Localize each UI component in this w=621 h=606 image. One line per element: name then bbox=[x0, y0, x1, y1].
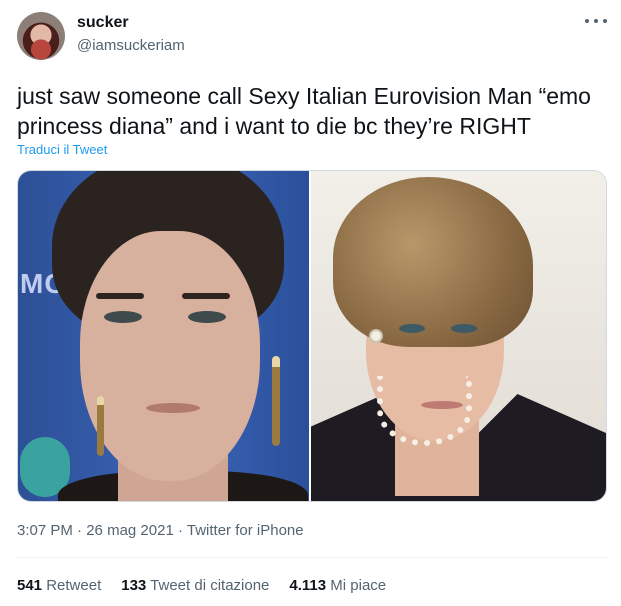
hair bbox=[333, 177, 533, 347]
tweet-timestamp[interactable]: 3:07 PM · 26 mag 2021 · Twitter for iPho… bbox=[17, 522, 304, 539]
likes-count: 4.113 bbox=[289, 577, 327, 594]
more-dot bbox=[603, 19, 607, 23]
eye bbox=[451, 324, 477, 333]
media-photo-right[interactable] bbox=[311, 171, 606, 501]
tweet-client[interactable]: Twitter for iPhone bbox=[187, 522, 304, 539]
divider bbox=[17, 557, 607, 558]
media-photo-left[interactable]: MC bbox=[18, 171, 311, 501]
separator: · bbox=[77, 522, 83, 539]
likes-stat[interactable]: 4.113 Mi piace bbox=[289, 577, 386, 594]
pearl-necklace bbox=[377, 376, 472, 446]
retweets-label: Retweet bbox=[46, 577, 102, 594]
separator: · bbox=[177, 522, 183, 539]
more-dot bbox=[585, 19, 589, 23]
eyebrow bbox=[96, 293, 144, 299]
avatar[interactable] bbox=[17, 12, 65, 60]
author-handle[interactable]: @iamsuckeriam bbox=[77, 37, 185, 54]
tweet-text: just saw someone call Sexy Italian Eurov… bbox=[17, 83, 591, 139]
pearl-earring bbox=[369, 329, 383, 343]
translate-tweet-link[interactable]: Traduci il Tweet bbox=[17, 142, 107, 157]
tweet-date: 26 mag 2021 bbox=[86, 522, 174, 539]
more-options-icon[interactable] bbox=[585, 12, 607, 30]
author-name[interactable]: sucker bbox=[77, 14, 129, 32]
quotes-stat[interactable]: 133 Tweet di citazione bbox=[121, 577, 269, 594]
retweets-count: 541 bbox=[17, 577, 43, 594]
eye bbox=[188, 311, 226, 323]
quotes-label: Tweet di citazione bbox=[150, 577, 270, 594]
tweet-media[interactable]: MC bbox=[17, 170, 607, 502]
tweet-time: 3:07 PM bbox=[17, 522, 73, 539]
face bbox=[80, 231, 260, 481]
eyebrow bbox=[182, 293, 230, 299]
more-dot bbox=[594, 19, 598, 23]
eye bbox=[399, 324, 425, 333]
earring bbox=[97, 396, 104, 456]
eye bbox=[104, 311, 142, 323]
tweet-card: sucker @iamsuckeriam just saw someone ca… bbox=[0, 0, 621, 606]
retweets-stat[interactable]: 541 Retweet bbox=[17, 577, 101, 594]
earring bbox=[272, 356, 280, 446]
mouth bbox=[146, 403, 200, 413]
quotes-count: 133 bbox=[121, 577, 147, 594]
likes-label: Mi piace bbox=[330, 577, 387, 594]
tweet-stats: 541 Retweet 133 Tweet di citazione 4.113… bbox=[17, 577, 406, 594]
